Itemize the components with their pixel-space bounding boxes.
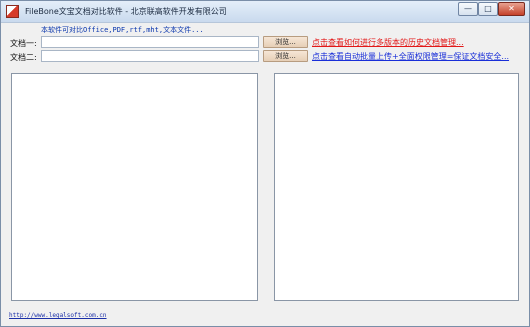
document-two-browse-button[interactable]: 浏览... bbox=[263, 50, 308, 62]
website-link[interactable]: http://www.legalsoft.com.cn bbox=[9, 312, 107, 319]
window-title: FileBone文宝文档对比软件 - 北京联高软件开发有限公司 bbox=[25, 7, 227, 16]
maximize-button[interactable]: □ bbox=[478, 2, 498, 16]
document-one-label: 文档一: bbox=[10, 39, 37, 48]
history-management-link[interactable]: 点击查看如何进行多版本的历史文档管理... bbox=[312, 37, 464, 48]
supported-formats-hint: 本软件可对比Office,PDF,rtf,mht,文本文件... bbox=[41, 26, 204, 34]
document-two-label: 文档二: bbox=[10, 53, 37, 62]
minimize-button[interactable]: — bbox=[458, 2, 478, 16]
document-two-compare-pane[interactable] bbox=[274, 73, 519, 301]
app-icon bbox=[6, 5, 19, 18]
document-two-field[interactable] bbox=[41, 50, 259, 62]
document-one-field[interactable] bbox=[41, 36, 259, 48]
close-button[interactable]: ✕ bbox=[498, 2, 525, 16]
app-window: FileBone文宝文档对比软件 - 北京联高软件开发有限公司 — □ ✕ 本软… bbox=[0, 0, 530, 327]
batch-upload-link[interactable]: 点击查看自动批量上传+全面权限管理=保证文档安全... bbox=[312, 51, 509, 62]
document-one-compare-pane[interactable] bbox=[11, 73, 258, 301]
title-bar[interactable]: FileBone文宝文档对比软件 - 北京联高软件开发有限公司 — □ ✕ bbox=[1, 1, 529, 23]
document-one-browse-button[interactable]: 浏览... bbox=[263, 36, 308, 48]
